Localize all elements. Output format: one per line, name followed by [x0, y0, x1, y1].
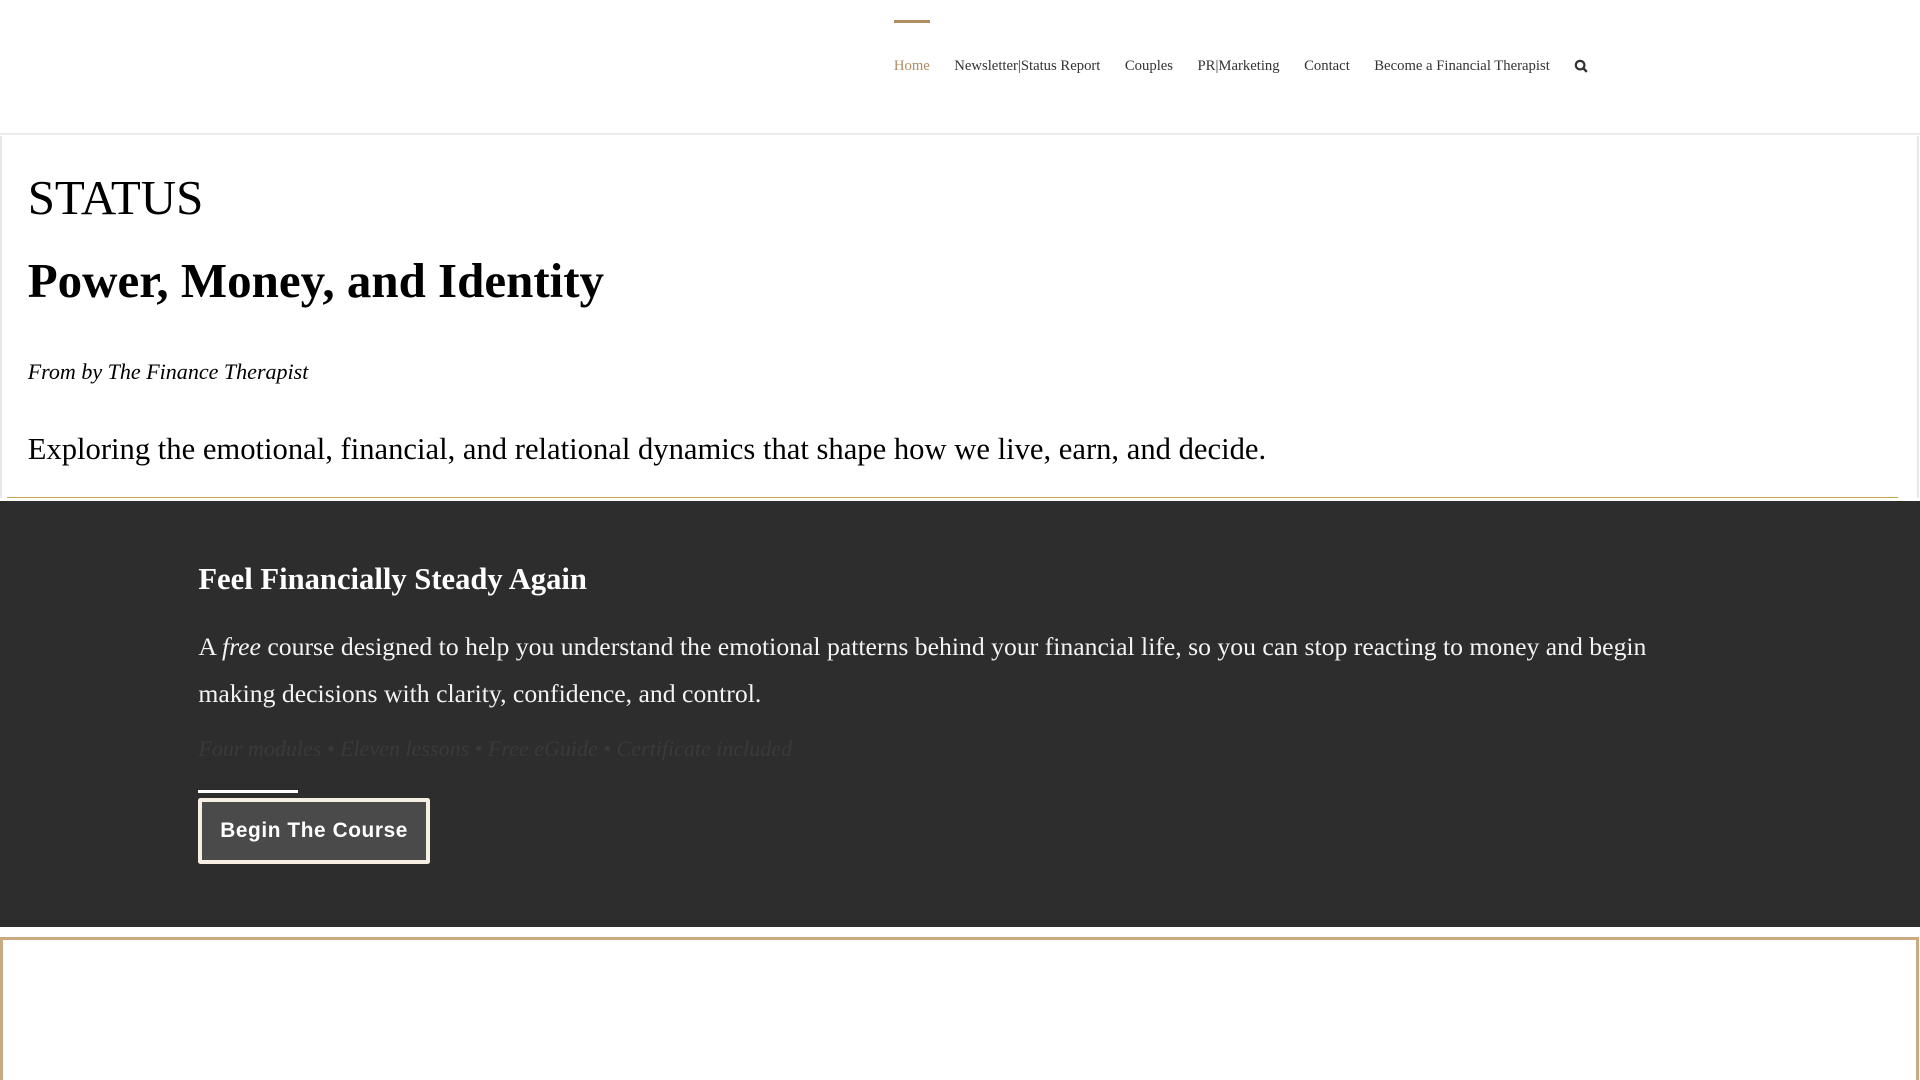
course-promo: Feel Financially Steady Again A free cou… — [0, 500, 1920, 927]
main-nav: Home Newsletter|Status Report Couples PR… — [893, 0, 1589, 133]
byline: From by The Finance Therapist — [27, 358, 309, 384]
bordered-content-box — [0, 936, 1919, 1080]
nav-contact[interactable]: Contact — [1304, 0, 1350, 133]
course-meta: Four modules • Eleven lessons • Free eGu… — [198, 735, 793, 761]
course-heading: Feel Financially Steady Again — [198, 562, 587, 597]
nav-newsletter[interactable]: Newsletter|Status Report — [954, 0, 1100, 133]
nav-become-therapist[interactable]: Become a Financial Therapist — [1374, 0, 1550, 133]
status-section: STATUS Power, Money, and Identity From b… — [0, 135, 1920, 499]
gold-divider — [6, 497, 1898, 499]
page: Home Newsletter|Status Report Couples PR… — [0, 0, 1920, 1080]
status-description: Exploring the emotional, financial, and … — [27, 432, 1267, 467]
begin-course-button[interactable]: Begin The Course — [198, 798, 430, 865]
body-emphasis: free — [221, 632, 261, 662]
course-description: A free course designed to help you under… — [198, 624, 1716, 717]
nav-pr-marketing[interactable]: PR|Marketing — [1198, 0, 1280, 133]
site-header: Home Newsletter|Status Report Couples PR… — [0, 0, 1920, 136]
status-title: STATUS — [27, 169, 204, 225]
search-icon[interactable] — [1574, 59, 1589, 74]
nav-home[interactable]: Home — [893, 0, 931, 133]
nav-couples[interactable]: Couples — [1125, 0, 1173, 133]
body-prefix: A — [198, 632, 222, 662]
body-rest: course designed to help you understand t… — [198, 632, 1647, 709]
accent-bar — [198, 789, 298, 794]
status-subtitle: Power, Money, and Identity — [27, 253, 605, 309]
